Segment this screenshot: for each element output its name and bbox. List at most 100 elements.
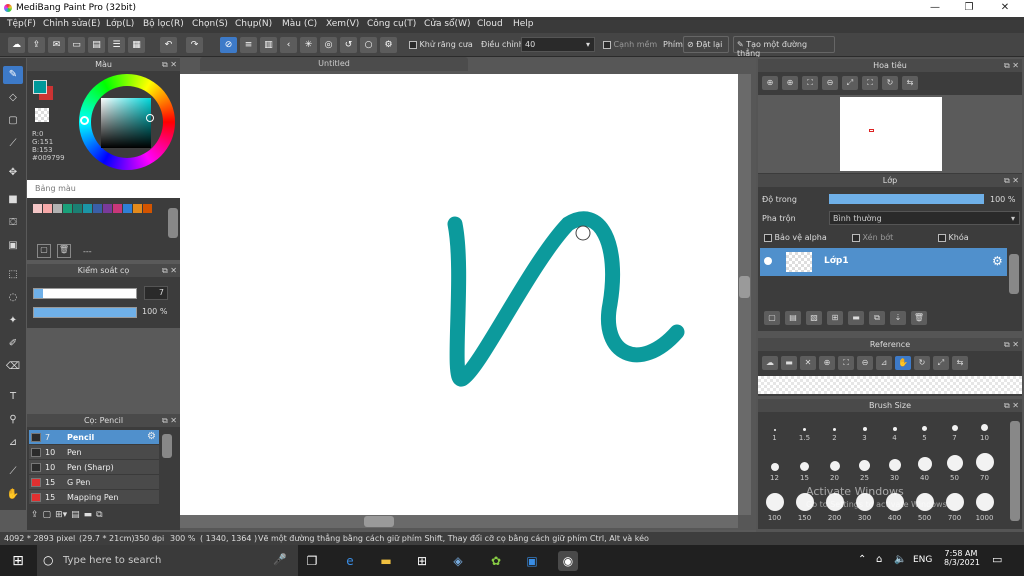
brush-size-cell[interactable]: 25: [850, 453, 879, 489]
tray-chevron-icon[interactable]: ⌃: [858, 554, 866, 565]
eyedropper-tool-icon[interactable]: ⊿: [3, 434, 23, 452]
transparent-swatch[interactable]: [35, 108, 49, 122]
brush-folder-icon[interactable]: ▬: [84, 510, 93, 520]
brush-list-item[interactable]: 15 G Pen: [29, 475, 159, 490]
share-icon[interactable]: ⇪: [28, 37, 45, 53]
line-tool-icon[interactable]: ⟋: [3, 135, 23, 153]
color-swatch[interactable]: [33, 204, 42, 213]
brush-props-icon[interactable]: ▤: [71, 510, 80, 520]
notification-icon[interactable]: ▭: [992, 553, 1002, 566]
bucket-tool-icon[interactable]: ⛋: [3, 214, 23, 232]
reference-zoom-out-icon[interactable]: ⊖: [857, 356, 873, 370]
brush-size-cell[interactable]: 1: [760, 413, 789, 449]
flip-icon[interactable]: ⇆: [902, 76, 918, 90]
zoom-out-icon[interactable]: ⊖: [822, 76, 838, 90]
panel-float-close-icons[interactable]: ⧉ ✕: [1004, 59, 1019, 72]
zoom-app-icon[interactable]: ▣: [522, 551, 542, 571]
color-swatch[interactable]: [143, 204, 152, 213]
color-swatch[interactable]: [63, 204, 72, 213]
snap-perspective-icon[interactable]: ‹: [280, 37, 297, 53]
cloud-icon[interactable]: ☁: [8, 37, 25, 53]
panel-float-close-icons[interactable]: ⧉ ✕: [1004, 174, 1019, 187]
fit-icon[interactable]: ⛶: [862, 76, 878, 90]
select-eraser-tool-icon[interactable]: ⌫: [3, 358, 23, 376]
brush-list-item[interactable]: 15 Mapping Pen: [29, 490, 159, 505]
layer-opacity-slider[interactable]: [829, 194, 984, 204]
panel-float-close-icons[interactable]: ⧉ ✕: [162, 264, 177, 277]
maximize-button[interactable]: ❐: [952, 0, 986, 17]
document-tab[interactable]: Untitled: [200, 57, 468, 71]
reference-hand-icon[interactable]: ✋: [895, 356, 911, 370]
add-layer-menu-icon[interactable]: ⊞: [827, 311, 843, 325]
app-icon-1[interactable]: ◈: [448, 551, 468, 571]
app-icon-2[interactable]: ✿: [486, 551, 506, 571]
brush-size-cell[interactable]: 1.5: [790, 413, 819, 449]
microphone-icon[interactable]: 🎤: [273, 553, 287, 566]
brush-list-item[interactable]: 7 Pencil ⚙: [29, 430, 159, 445]
brush-size-cell[interactable]: 700: [940, 493, 969, 529]
brush-list-item[interactable]: 10 Pen (Sharp): [29, 460, 159, 475]
duplicate-layer-icon[interactable]: ⧉: [869, 311, 885, 325]
move-tool-icon[interactable]: ✥: [3, 164, 23, 182]
adjust-input[interactable]: 40 ▾: [521, 37, 595, 52]
visibility-icon[interactable]: [764, 257, 772, 265]
reference-close-icon[interactable]: ✕: [800, 356, 816, 370]
new-layer-icon[interactable]: ▢: [764, 311, 780, 325]
menu-layer[interactable]: Lớp(L): [106, 19, 134, 29]
task-view-icon[interactable]: ❐: [302, 551, 322, 571]
color-swatch[interactable]: [93, 204, 102, 213]
navigator-preview[interactable]: [758, 95, 1022, 173]
merge-layer-icon[interactable]: ⇣: [890, 311, 906, 325]
snap-settings-icon[interactable]: ⚙: [380, 37, 397, 53]
canvas-vertical-scrollbar[interactable]: [738, 74, 751, 515]
color-swatch[interactable]: [53, 204, 62, 213]
magic-wand-tool-icon[interactable]: ✦: [3, 312, 23, 330]
brush-size-cell[interactable]: 10: [970, 413, 999, 449]
brush-size-cell[interactable]: 50: [940, 453, 969, 489]
search-box[interactable]: ○ Type here to search 🎤: [37, 545, 298, 576]
blend-mode-select[interactable]: Bình thường ▾: [829, 211, 1020, 225]
panel-float-close-icons[interactable]: ⧉ ✕: [1004, 338, 1019, 351]
fill-rect-tool-icon[interactable]: ■: [3, 191, 23, 209]
clock[interactable]: 7:58 AM 8/3/2021: [944, 549, 980, 567]
fit-window-icon[interactable]: ⛶: [802, 76, 818, 90]
minimize-button[interactable]: —: [918, 0, 952, 17]
panel-float-close-icons[interactable]: ⧉ ✕: [162, 58, 177, 71]
antialias-toggle[interactable]: Khử răng cưa: [409, 40, 473, 49]
reference-flip-icon[interactable]: ⇆: [952, 356, 968, 370]
brush-copy-icon[interactable]: ⧉: [96, 510, 102, 520]
menu-capture[interactable]: Chụp(N): [235, 19, 272, 29]
reference-actual-icon[interactable]: ⤢: [933, 356, 949, 370]
shape-tool-icon[interactable]: ▢: [3, 112, 23, 130]
brush-list-item[interactable]: 10 Pen: [29, 445, 159, 460]
brush-size-cell[interactable]: 70: [970, 453, 999, 489]
canvas-horizontal-scrollbar[interactable]: [180, 515, 738, 528]
reference-eyedropper-icon[interactable]: ⊿: [876, 356, 892, 370]
panel-float-close-icons[interactable]: ⧉ ✕: [1004, 399, 1019, 412]
list-icon[interactable]: ☰: [108, 37, 125, 53]
brush-new-icon[interactable]: ▢: [43, 510, 52, 520]
primary-color-swatch[interactable]: [33, 80, 47, 94]
reset-button[interactable]: ⊘ Đặt lại: [683, 36, 729, 53]
reference-folder-icon[interactable]: ▬: [781, 356, 797, 370]
select-pen-tool-icon[interactable]: ✐: [3, 335, 23, 353]
brush-size-cell[interactable]: 100: [760, 493, 789, 529]
snap-radial-icon[interactable]: ✳: [300, 37, 317, 53]
brush-add-icon[interactable]: ⊞▾: [55, 510, 67, 520]
gradient-tool-icon[interactable]: ▣: [3, 237, 23, 255]
panel-float-close-icons[interactable]: ⧉ ✕: [162, 414, 177, 427]
color-swatch[interactable]: [73, 204, 82, 213]
snap-concentric-icon[interactable]: ◎: [320, 37, 337, 53]
delete-palette-icon[interactable]: 🗑: [57, 244, 71, 258]
snap-curve-icon[interactable]: ↺: [340, 37, 357, 53]
brush-size-scrollbar[interactable]: [1010, 421, 1020, 521]
brush-size-cell[interactable]: 400: [880, 493, 909, 529]
eraser-tool-icon[interactable]: ◇: [3, 89, 23, 107]
snap-grid-icon[interactable]: ▥: [260, 37, 277, 53]
brush-size-value[interactable]: 7: [144, 286, 168, 300]
lock-toggle[interactable]: Khóa: [938, 233, 969, 242]
color-swatch[interactable]: [113, 204, 122, 213]
color-swatch[interactable]: [133, 204, 142, 213]
page-icon[interactable]: ▭: [68, 37, 85, 53]
layer-row[interactable]: Lớp1 ⚙: [760, 248, 1007, 276]
